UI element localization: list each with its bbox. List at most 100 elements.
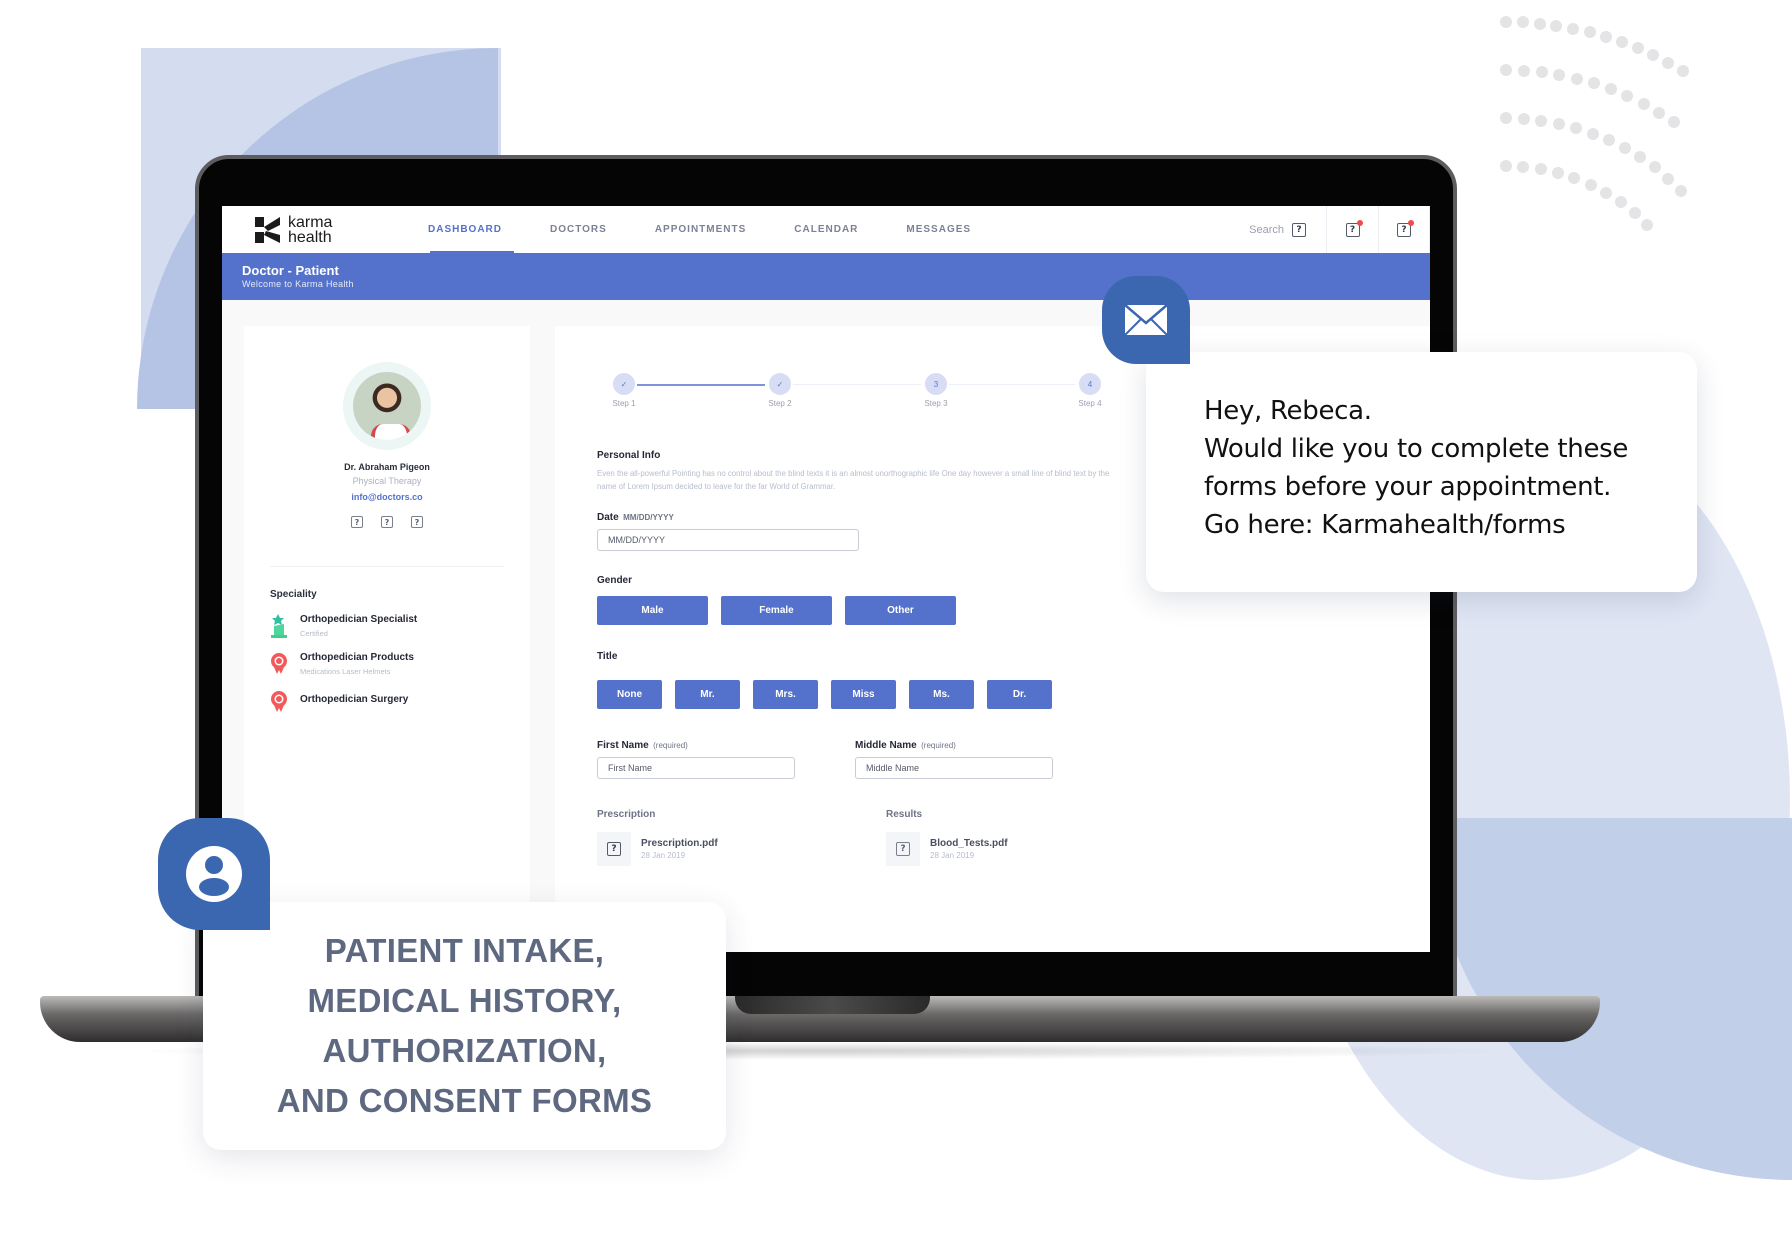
logo[interactable]: karma health bbox=[254, 213, 404, 246]
search-button[interactable]: Search ? bbox=[1249, 222, 1326, 237]
background-dot bbox=[1567, 22, 1580, 35]
messages-button[interactable]: ? bbox=[1378, 206, 1430, 253]
tab-appointments[interactable]: APPOINTMENTS bbox=[631, 206, 770, 253]
background-dot bbox=[1517, 112, 1530, 125]
background-dot bbox=[1588, 77, 1601, 90]
prescription-file[interactable]: ? Prescription.pdf 28 Jan 2019 bbox=[597, 832, 886, 866]
file-date: 28 Jan 2019 bbox=[930, 851, 975, 860]
title-none-button[interactable]: None bbox=[597, 680, 662, 709]
background-dot bbox=[1570, 72, 1583, 85]
step-label: Step 4 bbox=[1078, 399, 1102, 408]
speciality-title: Speciality bbox=[270, 589, 317, 600]
speciality-name: Orthopedician Surgery bbox=[300, 694, 409, 705]
file-icon: ? bbox=[886, 832, 920, 866]
tab-doctors[interactable]: DOCTORS bbox=[526, 206, 631, 253]
message-line: forms before your appointment. bbox=[1204, 472, 1612, 502]
message-line: Hey, Rebeca. bbox=[1204, 396, 1372, 426]
background-dot bbox=[1516, 16, 1529, 29]
background-dot bbox=[1586, 127, 1599, 140]
background-dot bbox=[1653, 106, 1666, 119]
background-dot bbox=[1676, 64, 1689, 77]
background-dot bbox=[1500, 64, 1512, 76]
first-name-input[interactable]: First Name bbox=[597, 757, 795, 779]
divider bbox=[270, 566, 504, 567]
background-dot bbox=[1568, 172, 1581, 185]
forms-line: AUTHORIZATION, bbox=[322, 1032, 607, 1069]
speciality-item: Orthopedician Specialist Certified bbox=[270, 614, 530, 638]
mail-badge bbox=[1102, 276, 1190, 364]
logo-line-1: karma bbox=[288, 213, 333, 231]
background-dot bbox=[1641, 218, 1654, 231]
background-dot bbox=[1637, 97, 1650, 110]
step-4[interactable]: 4 Step 4 bbox=[1065, 373, 1115, 408]
speciality-sub: Certified bbox=[300, 629, 328, 638]
speciality-sub: Medications Laser Helmets bbox=[300, 667, 391, 676]
check-icon: ✓ bbox=[613, 373, 635, 395]
doctor-name: Dr. Abraham Pigeon bbox=[344, 462, 430, 472]
title-dr-button[interactable]: Dr. bbox=[987, 680, 1052, 709]
background-dot bbox=[1599, 30, 1612, 43]
results-file[interactable]: ? Blood_Tests.pdf 28 Jan 2019 bbox=[886, 832, 1008, 866]
mail-icon bbox=[1124, 304, 1168, 336]
social-links: ? ? ? bbox=[244, 516, 530, 528]
user-account-icon bbox=[186, 846, 242, 902]
section-title: Personal Info bbox=[597, 450, 661, 461]
background-dot bbox=[1553, 68, 1566, 81]
background-dot bbox=[1621, 90, 1634, 103]
step-2[interactable]: ✓ Step 2 bbox=[755, 373, 805, 408]
forms-line: PATIENT INTAKE, bbox=[324, 932, 605, 969]
notifications-button[interactable]: ? bbox=[1326, 206, 1378, 253]
title-miss-button[interactable]: Miss bbox=[831, 680, 896, 709]
file-name: Prescription.pdf bbox=[641, 838, 718, 849]
step-1[interactable]: ✓ Step 1 bbox=[599, 373, 649, 408]
social-icon-1[interactable]: ? bbox=[351, 516, 363, 528]
background-dot bbox=[1631, 42, 1644, 55]
background-dot bbox=[1647, 49, 1660, 62]
background-dot bbox=[1604, 83, 1617, 96]
doctor-role: Physical Therapy bbox=[352, 476, 422, 486]
tab-dashboard[interactable]: DASHBOARD bbox=[404, 206, 526, 253]
notification-badge bbox=[1356, 219, 1363, 226]
gender-other-button[interactable]: Other bbox=[845, 596, 956, 625]
gender-options: Male Female Other bbox=[597, 596, 1137, 625]
file-date: 28 Jan 2019 bbox=[641, 851, 686, 860]
background-dot bbox=[1583, 26, 1596, 39]
message-badge bbox=[1408, 219, 1414, 226]
step-label: Step 3 bbox=[924, 399, 948, 408]
check-icon: ✓ bbox=[769, 373, 791, 395]
personal-info-form: Personal Info Even the all-powerful Poin… bbox=[597, 450, 1137, 866]
section-description: Even the all-powerful Pointing has no co… bbox=[597, 469, 1110, 491]
social-icon-2[interactable]: ? bbox=[381, 516, 393, 528]
middle-name-label: Middle Name bbox=[855, 740, 917, 751]
step-connector bbox=[949, 384, 1075, 385]
background-dot bbox=[1517, 160, 1530, 173]
date-label: Date bbox=[597, 512, 619, 523]
background-dot bbox=[1600, 186, 1612, 199]
title-mr-button[interactable]: Mr. bbox=[675, 680, 740, 709]
title-ms-button[interactable]: Ms. bbox=[909, 680, 974, 709]
doctor-avatar[interactable] bbox=[353, 372, 421, 440]
top-navigation: karma health DASHBOARD DOCTORS APPOINTME… bbox=[222, 206, 1430, 253]
doctor-email-link[interactable]: info@doctors.co bbox=[244, 492, 530, 502]
background-dot bbox=[1648, 161, 1661, 174]
step-3[interactable]: 3 Step 3 bbox=[911, 373, 961, 408]
background-dot bbox=[1500, 160, 1512, 172]
logo-line-2: health bbox=[288, 228, 332, 246]
background-dot bbox=[1535, 114, 1548, 127]
gender-male-button[interactable]: Male bbox=[597, 596, 708, 625]
background-dot bbox=[1550, 19, 1563, 32]
background-dot bbox=[1534, 163, 1547, 176]
middle-name-input[interactable]: Middle Name bbox=[855, 757, 1053, 779]
background-dot bbox=[1552, 117, 1565, 130]
gender-female-button[interactable]: Female bbox=[721, 596, 832, 625]
title-mrs-button[interactable]: Mrs. bbox=[753, 680, 818, 709]
laptop-notch bbox=[735, 996, 930, 1014]
first-name-hint: (required) bbox=[653, 741, 688, 750]
background-dot bbox=[1584, 178, 1597, 191]
tab-calendar[interactable]: CALENDAR bbox=[770, 206, 882, 253]
date-input[interactable]: MM/DD/YYYY bbox=[597, 529, 859, 551]
social-icon-3[interactable]: ? bbox=[411, 516, 423, 528]
tab-messages[interactable]: MESSAGES bbox=[882, 206, 995, 253]
search-icon: ? bbox=[1292, 222, 1306, 237]
file-icon: ? bbox=[597, 832, 631, 866]
